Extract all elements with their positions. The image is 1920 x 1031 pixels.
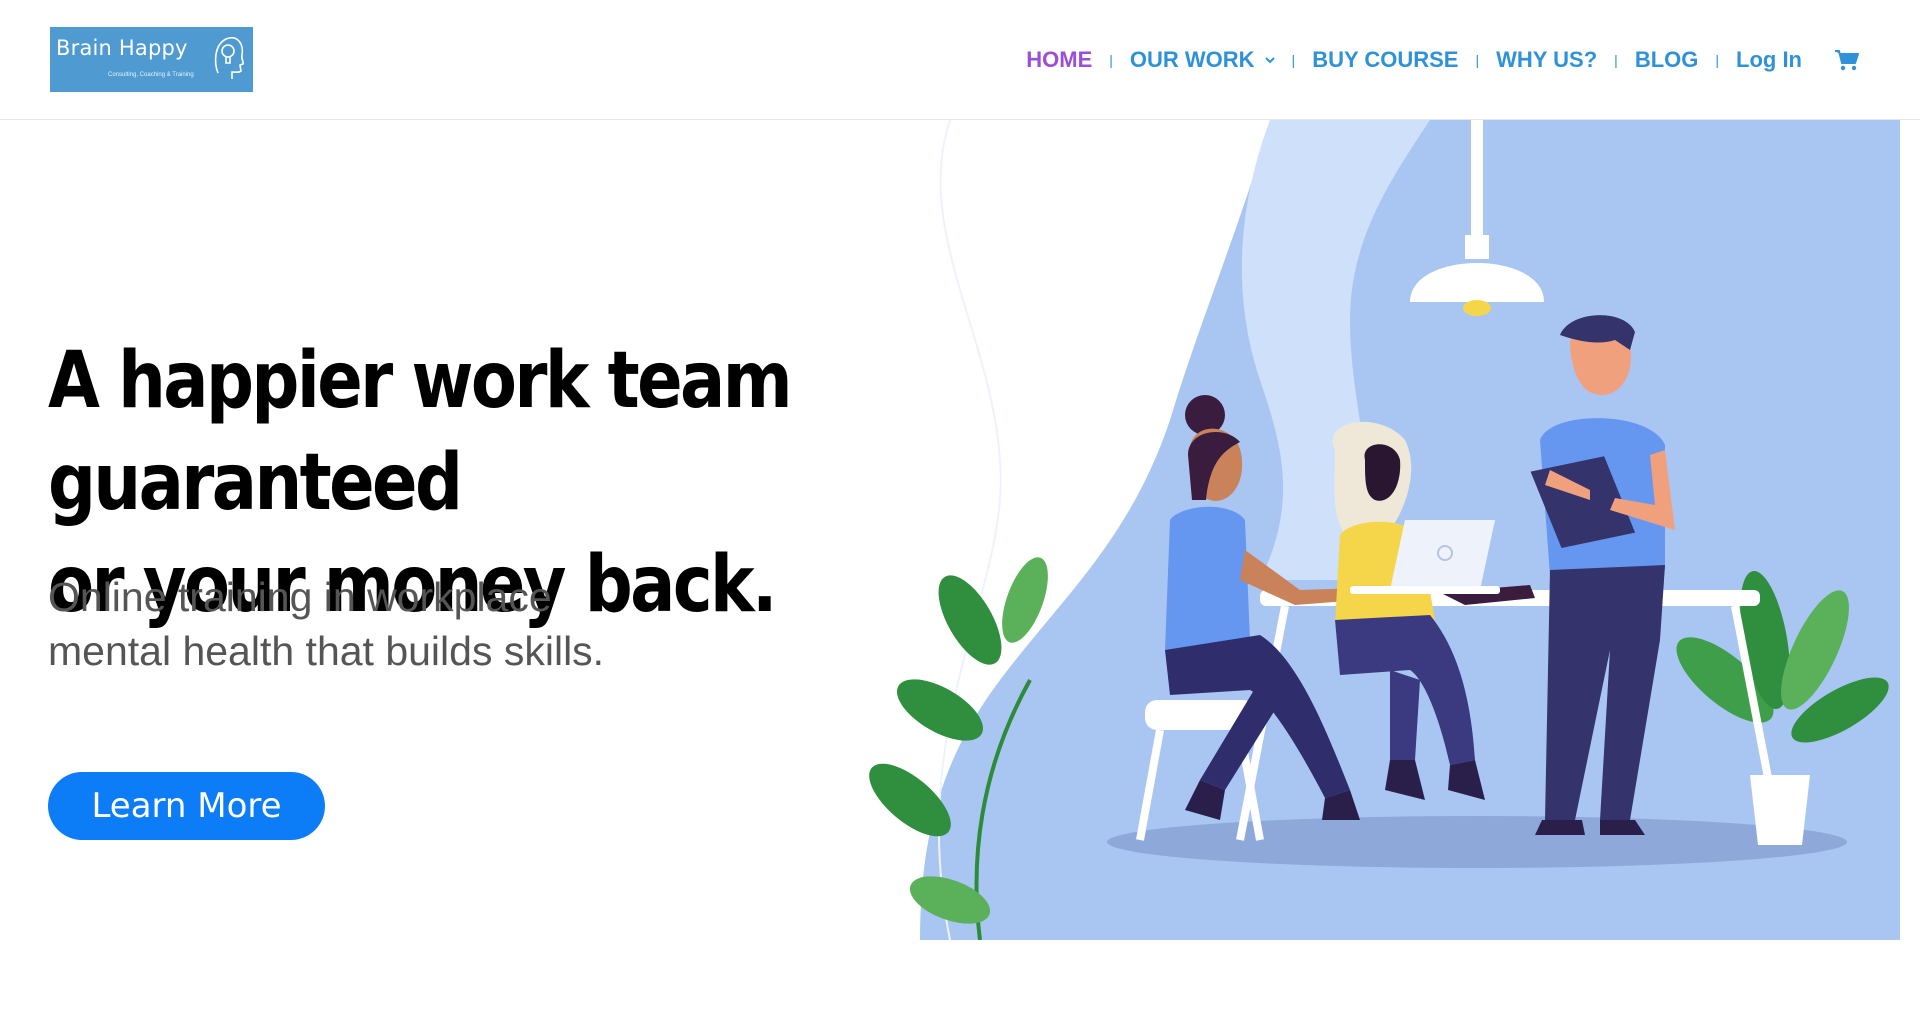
hero-subtitle: Online training in workplace mental heal…: [48, 570, 748, 678]
lamp-bulb: [1463, 300, 1491, 316]
shopping-cart-icon[interactable]: [1834, 48, 1860, 72]
brand-logo[interactable]: Brain Happy Consulting, Coaching & Train…: [50, 27, 253, 92]
nav-separator: |: [1475, 52, 1480, 68]
main-nav: HOME | OUR WORK | BUY COURSE | WHY US? |…: [1026, 0, 1860, 120]
floor-shadow: [1107, 816, 1847, 868]
nav-separator: |: [1715, 52, 1720, 68]
nav-separator: |: [1614, 52, 1618, 68]
site-header: Brain Happy Consulting, Coaching & Train…: [0, 0, 1920, 120]
nav-buy-course[interactable]: BUY COURSE: [1312, 47, 1458, 73]
nav-separator: |: [1109, 52, 1113, 68]
nav-separator: |: [1291, 52, 1296, 68]
nav-login[interactable]: Log In: [1736, 47, 1802, 73]
nav-home[interactable]: HOME: [1026, 47, 1092, 73]
nav-our-work[interactable]: OUR WORK: [1130, 47, 1275, 73]
head-lightbulb-icon: [214, 37, 245, 79]
hero-headline-line1: A happier work team guaranteed: [48, 336, 793, 528]
logo-name: Brain Happy: [56, 36, 188, 60]
logo-tagline: Consulting, Coaching & Training: [108, 72, 194, 78]
hero-illustration: [869, 120, 1900, 940]
chevron-down-icon: [1264, 57, 1275, 64]
nav-blog[interactable]: BLOG: [1635, 47, 1699, 73]
nav-our-work-label: OUR WORK: [1129, 47, 1255, 72]
lamp-cord: [1471, 120, 1483, 240]
learn-more-button[interactable]: Learn More: [48, 772, 325, 840]
nav-why-us[interactable]: WHY US?: [1496, 47, 1597, 73]
hero-subtitle-line2: mental health that builds skills.: [48, 628, 605, 674]
hero-subtitle-line1: Online training in workplace: [48, 574, 552, 620]
